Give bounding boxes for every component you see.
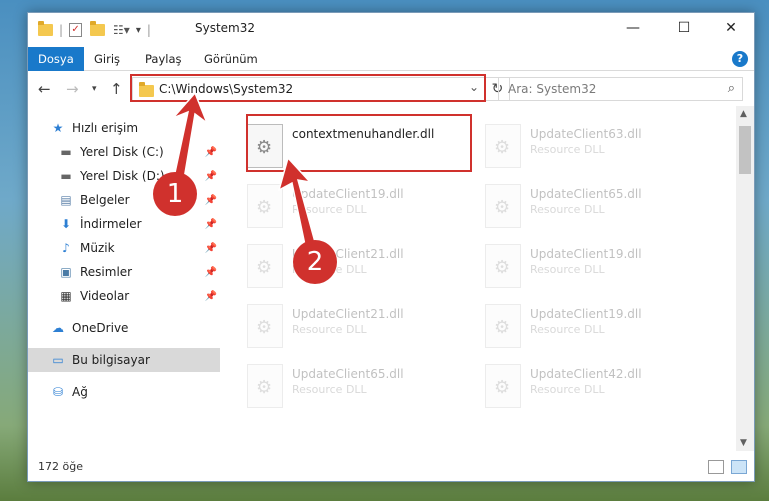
arrow-2 xyxy=(277,156,316,246)
callout-step-2: 2 xyxy=(293,240,337,284)
arrow-1 xyxy=(172,91,209,186)
callout-step-1: 1 xyxy=(153,172,197,216)
callout-arrows xyxy=(172,91,316,246)
